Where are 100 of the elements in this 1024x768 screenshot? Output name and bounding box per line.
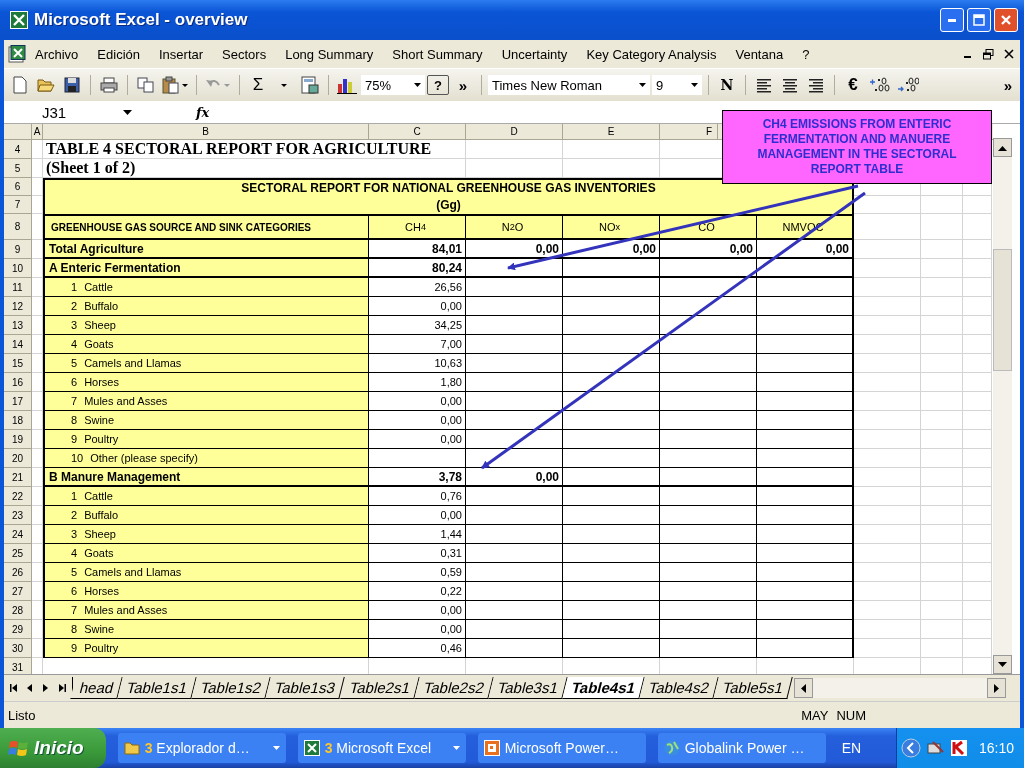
- scroll-left-button[interactable]: [793, 678, 813, 698]
- scroll-right-button[interactable]: [987, 678, 1006, 698]
- row-header[interactable]: 20: [4, 449, 32, 468]
- row-header[interactable]: 27: [4, 582, 32, 601]
- table-cell: 34,25: [369, 316, 466, 335]
- vertical-scrollbar[interactable]: [993, 138, 1012, 674]
- row-header[interactable]: 29: [4, 620, 32, 639]
- menu-item[interactable]: Long Summary: [276, 44, 384, 64]
- row-header[interactable]: 9: [4, 240, 32, 259]
- sheet-tab[interactable]: Table2s1: [339, 677, 420, 699]
- row-header[interactable]: 25: [4, 544, 32, 563]
- previous-sheet-button[interactable]: [26, 683, 34, 693]
- close-icon[interactable]: [1004, 49, 1014, 59]
- taskbar-button[interactable]: Globalink Power …: [657, 733, 826, 763]
- row-header[interactable]: 24: [4, 525, 32, 544]
- more-buttons[interactable]: »: [451, 73, 475, 97]
- menu-item[interactable]: Edición: [88, 44, 150, 64]
- horizontal-scrollbar[interactable]: [793, 678, 1006, 698]
- column-header[interactable]: F: [660, 124, 718, 140]
- menu-item[interactable]: Sectors: [213, 44, 277, 64]
- function-button[interactable]: fx: [196, 104, 216, 120]
- scroll-up-button[interactable]: [993, 138, 1012, 157]
- calculator-button[interactable]: [298, 73, 322, 97]
- last-sheet-button[interactable]: [58, 683, 66, 693]
- taskbar-button[interactable]: Microsoft Power…: [477, 733, 646, 763]
- sheet-tab[interactable]: Table1s2: [191, 677, 272, 699]
- scroll-down-button[interactable]: [993, 655, 1012, 674]
- currency-button[interactable]: €: [841, 73, 865, 97]
- more-buttons[interactable]: »: [996, 73, 1020, 97]
- restore-icon[interactable]: [983, 48, 994, 60]
- row-header[interactable]: 10: [4, 259, 32, 278]
- sheet-tab[interactable]: Table1s1: [117, 677, 198, 699]
- row-header[interactable]: 21: [4, 468, 32, 487]
- menu-item[interactable]: Insertar: [150, 44, 214, 64]
- folder-icon: [123, 740, 140, 756]
- row-header[interactable]: 15: [4, 354, 32, 373]
- font-dropdown[interactable]: Times New Roman: [488, 75, 650, 95]
- menu-item[interactable]: Archivo: [26, 44, 89, 64]
- column-header[interactable]: E: [563, 124, 660, 140]
- taskbar-button[interactable]: 3 Explorador d…: [117, 733, 286, 763]
- row-number: 5: [71, 357, 78, 369]
- sheet-tab[interactable]: Table4s2: [639, 677, 719, 699]
- help-button[interactable]: ?: [427, 75, 449, 95]
- sheet-tab[interactable]: Table1s3: [265, 677, 346, 699]
- antivirus-icon[interactable]: [950, 740, 967, 756]
- next-sheet-button[interactable]: [42, 683, 50, 693]
- first-sheet-button[interactable]: [10, 683, 18, 693]
- row-header[interactable]: 14: [4, 335, 32, 354]
- sheet-tab[interactable]: Table3s1: [487, 677, 568, 699]
- table-cell: [963, 525, 992, 544]
- autosum-button[interactable]: Σ: [246, 73, 270, 97]
- column-header[interactable]: C: [369, 124, 466, 140]
- row-header[interactable]: 28: [4, 601, 32, 620]
- zoom-dropdown[interactable]: 75%: [361, 75, 425, 95]
- row-header[interactable]: 26: [4, 563, 32, 582]
- row-header[interactable]: 23: [4, 506, 32, 525]
- sheet-tab[interactable]: Table4s1: [561, 677, 645, 699]
- language-indicator[interactable]: EN: [829, 740, 870, 756]
- taskbar-button[interactable]: 3 Microsoft Excel: [297, 733, 466, 763]
- menu-item[interactable]: Uncertainty: [492, 44, 578, 64]
- row-header[interactable]: 19: [4, 430, 32, 449]
- maximize-button[interactable]: [967, 8, 991, 32]
- row-header[interactable]: 31: [4, 658, 32, 674]
- row-header[interactable]: 8: [4, 214, 32, 240]
- expand-tray-icon[interactable]: [900, 738, 921, 758]
- row-header[interactable]: 7: [4, 196, 32, 214]
- column-header[interactable]: B: [43, 124, 369, 140]
- sheet-tab[interactable]: Table2s2: [413, 677, 494, 699]
- minimize-button[interactable]: [940, 8, 964, 32]
- row-header[interactable]: 12: [4, 297, 32, 316]
- table-cell: [921, 411, 963, 430]
- table-cell: 3,78: [369, 468, 466, 487]
- row-header[interactable]: 18: [4, 411, 32, 430]
- name-box[interactable]: J31: [4, 103, 132, 121]
- row-header[interactable]: 17: [4, 392, 32, 411]
- close-button[interactable]: [994, 8, 1018, 32]
- table-cell: 0,76: [369, 487, 466, 506]
- row-header[interactable]: 30: [4, 639, 32, 658]
- table-cell: [963, 297, 992, 316]
- table-cell: 0,00: [369, 620, 466, 639]
- row-header[interactable]: 5: [4, 159, 32, 178]
- row-header[interactable]: 4: [4, 140, 32, 159]
- scroll-thumb[interactable]: [993, 249, 1012, 371]
- row-header[interactable]: 13: [4, 316, 32, 335]
- row-header[interactable]: 16: [4, 373, 32, 392]
- menu-item[interactable]: Ventana: [726, 44, 794, 64]
- paste-button[interactable]: [160, 73, 190, 97]
- font-size-dropdown[interactable]: 9: [652, 75, 702, 95]
- column-header[interactable]: D: [466, 124, 563, 140]
- row-header[interactable]: 6: [4, 178, 32, 196]
- menu-item[interactable]: Key Category Analysis: [577, 44, 727, 64]
- sheet-tab[interactable]: Table5s1: [713, 677, 793, 699]
- network-icon[interactable]: [926, 740, 945, 756]
- row-header[interactable]: 22: [4, 487, 32, 506]
- sheet-tab[interactable]: head: [70, 677, 124, 699]
- menu-item[interactable]: Short Summary: [383, 44, 493, 64]
- row-header[interactable]: 11: [4, 278, 32, 297]
- menu-item[interactable]: ?: [793, 44, 820, 64]
- bold-button[interactable]: N: [715, 73, 739, 97]
- row-number: 2: [71, 300, 78, 312]
